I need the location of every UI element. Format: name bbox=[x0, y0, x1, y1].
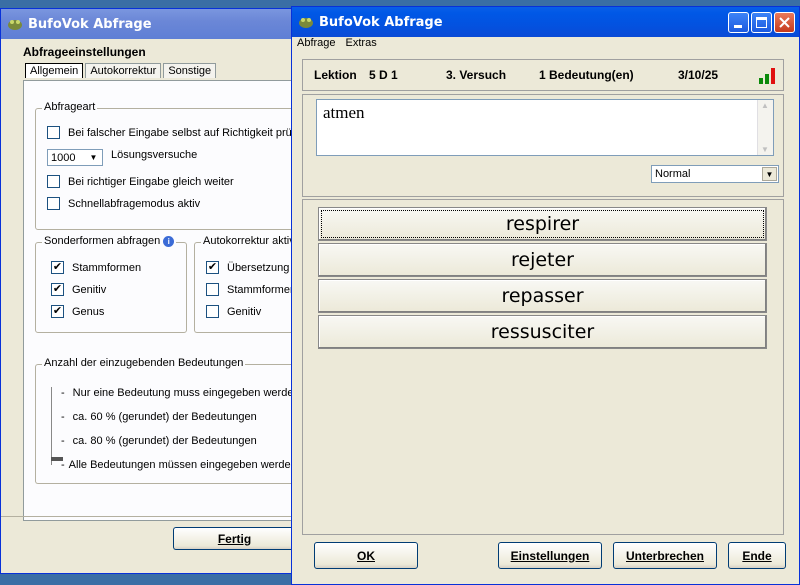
answer-button-2[interactable]: rejeter bbox=[318, 243, 767, 277]
anzahl-option-1[interactable]: - Nur eine Bedeutung muss eingegeben wer… bbox=[61, 387, 300, 399]
chevron-down-icon[interactable]: ▼ bbox=[86, 151, 101, 164]
slider-track bbox=[51, 387, 52, 465]
answer-button-3[interactable]: repasser bbox=[318, 279, 767, 313]
chevron-down-icon[interactable]: ▼ bbox=[762, 167, 777, 181]
scroll-down-icon[interactable]: ▼ bbox=[761, 145, 769, 154]
menu-abfrage[interactable]: Abfrage bbox=[297, 37, 336, 49]
check-richtige-eingabe[interactable]: Bei richtiger Eingabe gleich weiter bbox=[47, 175, 234, 188]
checkbox-unchecked[interactable] bbox=[206, 283, 219, 296]
minimize-button[interactable] bbox=[728, 12, 749, 33]
checkbox-checked[interactable]: ✔ bbox=[51, 305, 64, 318]
checkbox-unchecked[interactable] bbox=[47, 175, 60, 188]
settings-window-title: BufoVok Abfrage bbox=[28, 16, 152, 32]
check-genus[interactable]: ✔ Genus bbox=[51, 305, 104, 318]
minimize-icon bbox=[734, 25, 742, 28]
maximize-icon bbox=[756, 17, 767, 28]
tick-mark: - bbox=[61, 459, 65, 471]
check-schnellabfrage[interactable]: Schnellabfragemodus aktiv bbox=[47, 197, 200, 210]
anzahl-option-2[interactable]: - ca. 60 % (gerundet) der Bedeutungen bbox=[61, 411, 257, 423]
info-icon[interactable]: i bbox=[163, 235, 175, 247]
checkbox-checked[interactable]: ✔ bbox=[206, 261, 219, 274]
check-genitiv[interactable]: ✔ Genitiv bbox=[51, 283, 106, 296]
fertig-button[interactable]: Fertig bbox=[173, 527, 295, 550]
settings-tabs: Allgemein Autokorrektur Sonstige bbox=[25, 63, 218, 78]
checkbox-unchecked[interactable] bbox=[47, 197, 60, 210]
anzahl-label: Anzahl der einzugebenden Bedeutungen bbox=[42, 357, 246, 369]
question-text: atmen bbox=[323, 103, 365, 122]
check-ak-stammformen[interactable]: Stammformen bbox=[206, 283, 296, 296]
autokorrektur-label: Autokorrektur aktiv bbox=[201, 235, 297, 247]
menu-extras[interactable]: Extras bbox=[346, 37, 377, 49]
settings-window: BufoVok Abfrage Abfrageeinstellungen All… bbox=[0, 8, 301, 574]
sonderformen-label: Sonderformen abfragen i bbox=[42, 235, 177, 247]
question-scrollbar[interactable]: ▲ ▼ bbox=[757, 100, 773, 155]
close-icon bbox=[779, 17, 790, 28]
maximize-button[interactable] bbox=[751, 12, 772, 33]
check-ak-genitiv[interactable]: Genitiv bbox=[206, 305, 261, 318]
checkbox-unchecked[interactable] bbox=[47, 126, 60, 139]
settings-heading: Abfrageeinstellungen bbox=[23, 45, 146, 59]
scroll-up-icon[interactable]: ▲ bbox=[761, 101, 769, 110]
lektion-label: Lektion bbox=[314, 68, 357, 82]
lektion-value: 5 D 1 bbox=[369, 68, 398, 82]
close-button[interactable] bbox=[774, 12, 795, 33]
attempts-label: Lösungsversuche bbox=[111, 149, 198, 161]
bufovok-app-icon bbox=[7, 17, 23, 31]
bedeutungen-text: 1 Bedeutung(en) bbox=[539, 68, 634, 82]
settings-titlebar[interactable]: BufoVok Abfrage bbox=[1, 9, 293, 39]
tick-mark: - bbox=[61, 387, 65, 399]
tab-allgemein[interactable]: Allgemein bbox=[25, 63, 84, 78]
unterbrechen-button[interactable]: Unterbrechen bbox=[613, 542, 717, 569]
attempts-select[interactable]: 1000 ▼ bbox=[47, 149, 103, 166]
check-uebersetzung[interactable]: ✔ Übersetzung bbox=[206, 261, 289, 274]
tick-mark: - bbox=[61, 411, 65, 423]
signal-icon bbox=[757, 66, 779, 86]
check-stammformen[interactable]: ✔ Stammformen bbox=[51, 261, 141, 274]
mode-select[interactable]: Normal ▼ bbox=[651, 165, 779, 183]
ok-button[interactable]: OK bbox=[314, 542, 418, 569]
answer-button-1[interactable]: respirer bbox=[318, 207, 767, 241]
quiz-window: BufoVok Abfrage Abfrage Extras Lektion 5… bbox=[291, 6, 800, 585]
anzahl-slider[interactable] bbox=[51, 387, 63, 465]
ende-button[interactable]: Ende bbox=[728, 542, 786, 569]
tab-autokorrektur[interactable]: Autokorrektur bbox=[85, 63, 162, 78]
question-panel: atmen ▲ ▼ Normal ▼ bbox=[302, 94, 784, 197]
einstellungen-button[interactable]: Einstellungen bbox=[498, 542, 602, 569]
versuch-text: 3. Versuch bbox=[446, 68, 507, 82]
check-falsche-eingabe[interactable]: Bei falscher Eingabe selbst auf Richtigk… bbox=[47, 126, 301, 139]
divider bbox=[1, 516, 295, 517]
tab-sonstige[interactable]: Sonstige bbox=[163, 63, 217, 78]
answer-button-4[interactable]: ressusciter bbox=[318, 315, 767, 349]
quiz-window-title: BufoVok Abfrage bbox=[319, 14, 443, 30]
abfrageart-label: Abfrageart bbox=[42, 101, 98, 113]
anzahl-option-3[interactable]: - ca. 80 % (gerundet) der Bedeutungen bbox=[61, 435, 257, 447]
tick-mark: - bbox=[61, 435, 65, 447]
anzahl-option-4[interactable]: - Alle Bedeutungen müssen eingegeben wer… bbox=[61, 459, 297, 471]
checkbox-unchecked[interactable] bbox=[206, 305, 219, 318]
status-panel: Lektion 5 D 1 3. Versuch 1 Bedeutung(en)… bbox=[302, 59, 784, 91]
menu-bar: Abfrage Extras bbox=[297, 37, 377, 49]
quiz-titlebar[interactable]: BufoVok Abfrage bbox=[292, 7, 799, 37]
progress-text: 3/10/25 bbox=[678, 68, 719, 82]
bufovok-app-icon bbox=[298, 15, 314, 29]
checkbox-checked[interactable]: ✔ bbox=[51, 261, 64, 274]
question-textarea[interactable]: atmen ▲ ▼ bbox=[316, 99, 774, 156]
checkbox-checked[interactable]: ✔ bbox=[51, 283, 64, 296]
